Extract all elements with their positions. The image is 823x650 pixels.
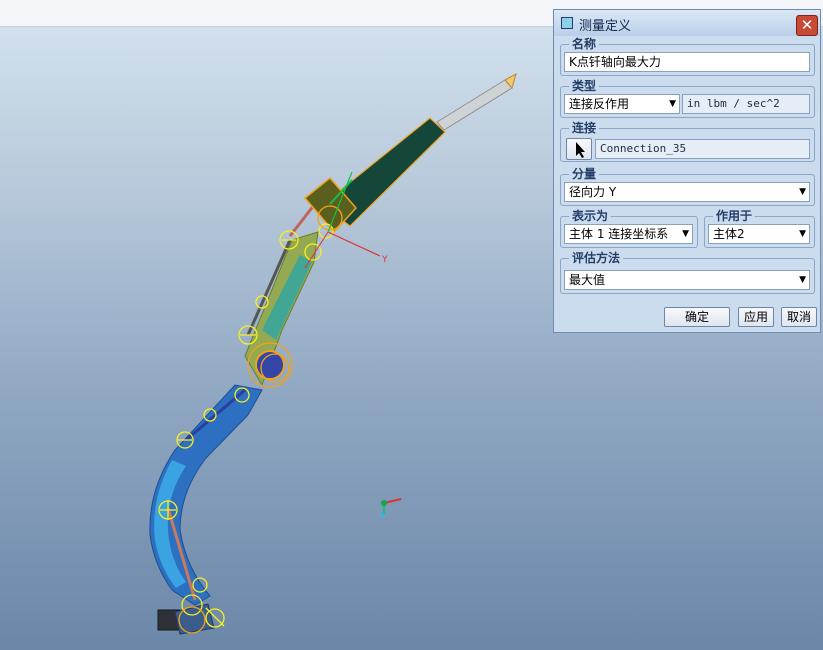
select-connection-button[interactable] (566, 138, 592, 160)
apply-to-select[interactable]: 主体2 ▼ (708, 224, 810, 244)
evaluation-method-select-value: 最大值 (569, 273, 606, 287)
dialog-title: 测量定义 (579, 19, 632, 34)
connection-field: Connection_35 (595, 139, 810, 159)
express-in-select-value: 主体 1 连接坐标系 (569, 227, 669, 241)
chevron-down-icon: ▼ (682, 229, 689, 239)
dialog-titlebar[interactable]: 测量定义 ✕ (554, 10, 820, 36)
units-display: in lbm / sec^2 (682, 94, 810, 114)
connection-legend: 连接 (569, 120, 600, 136)
type-select-value: 连接反作用 (569, 97, 630, 111)
apply-to-select-value: 主体2 (713, 227, 745, 241)
chevron-down-icon: ▼ (799, 187, 806, 197)
evaluation-method-select[interactable]: 最大值 ▼ (564, 270, 810, 290)
chevron-down-icon: ▼ (669, 99, 676, 109)
chevron-down-icon: ▼ (799, 229, 806, 239)
apply-to-legend: 作用于 (713, 208, 756, 224)
type-select[interactable]: 连接反作用 ▼ (564, 94, 680, 114)
dialog-window-icon (561, 17, 573, 29)
cursor-arrow-icon (576, 142, 585, 158)
type-legend: 类型 (569, 78, 600, 94)
express-in-select[interactable]: 主体 1 连接坐标系 ▼ (564, 224, 693, 244)
steel-rod (436, 79, 513, 131)
close-button[interactable]: ✕ (796, 15, 818, 36)
name-input[interactable]: K点钎轴向最大力 (564, 52, 810, 72)
name-legend: 名称 (569, 36, 600, 52)
apply-button[interactable]: 应用 (738, 307, 774, 327)
triad-y-label: Y (381, 255, 388, 265)
component-select[interactable]: 径向力 Y ▼ (564, 182, 810, 202)
component-select-value: 径向力 Y (569, 185, 617, 199)
measure-definition-dialog: 测量定义 ✕ 名称 K点钎轴向最大力 类型 连接反作用 ▼ in lbm / s… (553, 9, 821, 333)
component-legend: 分量 (569, 166, 600, 182)
chevron-down-icon: ▼ (799, 275, 806, 285)
close-icon: ✕ (800, 16, 814, 34)
express-in-legend: 表示为 (569, 208, 612, 224)
ok-button[interactable]: 确定 (664, 307, 730, 327)
world-coordinate-triad (381, 498, 402, 517)
evaluation-method-legend: 评估方法 (569, 250, 624, 266)
cancel-button[interactable]: 取消 (781, 307, 817, 327)
